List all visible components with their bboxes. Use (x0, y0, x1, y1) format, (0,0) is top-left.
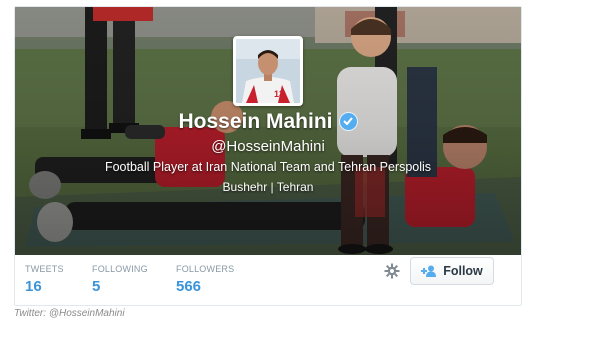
stat-value: 566 (176, 278, 202, 295)
stat-label: FOLLOWERS (176, 264, 235, 274)
stat-following[interactable]: FOLLOWING 5 (92, 264, 148, 295)
avatar-photo: 13 (236, 39, 300, 103)
stat-followers[interactable]: FOLLOWERS 566 (176, 264, 234, 295)
image-caption: Twitter: @HosseinMahini (14, 308, 125, 319)
profile-location: Bushehr | Tehran (222, 180, 314, 194)
profile-header-image: 13 Hossein Mahini @HosseinMahini Footbal… (15, 7, 521, 255)
stat-value: 16 (25, 278, 42, 295)
stat-label: TWEETS (25, 264, 64, 274)
verified-badge-icon (338, 111, 358, 131)
follow-button-label: Follow (443, 264, 483, 278)
profile-name-row: Hossein Mahini (15, 110, 521, 134)
stat-tweets[interactable]: TWEETS 16 (25, 264, 64, 295)
profile-name[interactable]: Hossein Mahini (178, 110, 332, 133)
stat-value: 5 (92, 278, 101, 295)
add-user-icon (421, 265, 437, 277)
profile-bio: Football Player at Iran National Team an… (104, 160, 432, 174)
avatar[interactable]: 13 (233, 36, 303, 106)
profile-handle[interactable]: @HosseinMahini (15, 138, 521, 155)
jersey-number: 13 (274, 89, 284, 99)
gear-icon[interactable] (384, 263, 400, 279)
follow-button[interactable]: Follow (410, 257, 494, 285)
stat-label: FOLLOWING (92, 264, 148, 274)
